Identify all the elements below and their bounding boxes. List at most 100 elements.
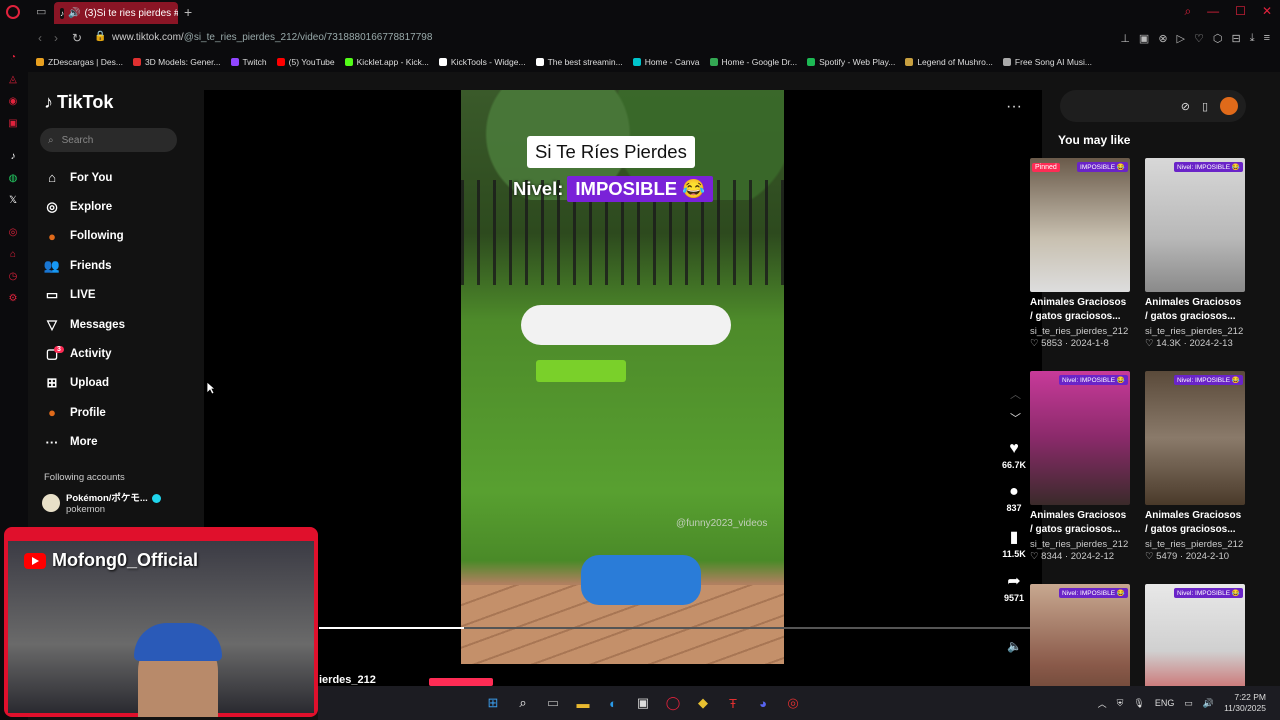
bookmark-item[interactable]: Free Song AI Musi... [1002,57,1092,67]
previous-video-icon[interactable]: ︿ [1010,386,1021,402]
video-username[interactable]: ierdes_212 [319,674,376,686]
search-input[interactable]: ⌕ Search [40,128,177,152]
volume-icon[interactable]: 🔈 [1007,639,1022,653]
windows-start-icon[interactable]: ⊞ [484,694,502,712]
share-button[interactable]: ➦ 9571 [994,571,1034,603]
back-button[interactable]: ‹ [38,31,42,45]
download-icon[interactable]: ⤓ [1250,32,1255,45]
upload-icon: ⊞ [46,375,58,391]
video-progress-bar[interactable] [319,627,1042,629]
coins-icon[interactable]: ⊘ [1181,100,1190,113]
url-field[interactable]: www.tiktok.com/@si_te_ries_pierdes_212/v… [112,32,432,43]
tiktok-logo[interactable]: ♪ TikTok [44,92,113,113]
defender-icon[interactable]: ⛨ [1117,698,1124,709]
microphone-icon[interactable]: 🎙 [1133,698,1144,709]
video-player[interactable]: Si Te Ríes Pierdes Nivel: IMPOSIBLE 😂 @f… [461,90,784,664]
menu-icon[interactable]: ≡ [1264,32,1270,45]
task-view-icon[interactable]: ▭ [544,694,562,712]
network-icon[interactable]: ▭ [1184,698,1193,709]
recommended-video[interactable]: Nivel: IMPOSIBLE 😂 Animales Graciosos / g… [1145,371,1245,562]
aria-icon[interactable]: ◬ [7,74,19,86]
lock-icon[interactable]: 🔒 [94,31,106,42]
wallet-icon[interactable]: ⊟ [1231,32,1240,45]
save-button[interactable]: ▮ 11.5K [994,527,1034,559]
discord-icon[interactable]: ◕ [754,694,772,712]
file-explorer-icon[interactable]: ▬ [574,694,592,712]
search-icon[interactable]: ⌕ [514,694,532,712]
player-sidebar-icon[interactable]: ◎ [7,227,19,239]
store-icon[interactable]: ▣ [634,694,652,712]
sidebar-item-profile[interactable]: ● Profile [44,398,194,427]
messenger-icon[interactable]: ◉ [7,96,19,108]
tab-switcher-icon[interactable]: ▭ [36,6,48,18]
speaker-icon[interactable]: 🔊 [68,8,80,19]
whatsapp-icon[interactable]: ◍ [7,173,19,185]
history-icon[interactable]: ◔ [7,52,19,64]
new-tab-button[interactable]: + [184,4,192,20]
recommended-video[interactable]: Pinned IMPOSIBLE 😂 Animales Graciosos / ga… [1030,158,1130,349]
active-tab[interactable]: ♪ 🔊 (3)Si te ries pierdes # [54,2,178,24]
bookmark-item[interactable]: KickTools - Widge... [438,57,526,67]
snapshot-icon[interactable]: ▣ [1139,32,1149,45]
opera-icon[interactable]: ◯ [664,694,682,712]
device-icon[interactable]: ▯ [1202,100,1208,113]
bookmark-icon: ▮ [1009,529,1019,546]
opera-logo-icon[interactable] [6,5,20,19]
shield-icon[interactable]: ⊗ [1158,32,1167,45]
bookmark-item[interactable]: Kicklet.app - Kick... [344,57,429,67]
bookmark-item[interactable]: Twitch [230,57,267,67]
bookmark-item[interactable]: 3D Models: Gener... [132,57,221,67]
mail-icon[interactable]: ▣ [7,118,19,130]
stack-icon[interactable]: ◆ [694,694,712,712]
maximize-button[interactable]: ☐ [1235,4,1246,19]
sidebar-item-explore[interactable]: ◎ Explore [44,192,194,221]
sidebar-item-activity[interactable]: ▢ 3 Activity [44,339,194,368]
reload-button[interactable]: ↻ [72,31,82,45]
bookmark-item[interactable]: Home - Google Dr... [709,57,797,67]
sidebar-item-more[interactable]: ··· More [44,428,194,457]
extensions-icon[interactable]: ⬡ [1213,32,1223,45]
like-button[interactable]: ♥ 66.7K [994,440,1034,470]
x-icon[interactable]: 𝕏 [7,195,19,207]
bookmark-item[interactable]: The best streamin... [535,57,623,67]
settings-icon[interactable]: ⚙ [7,293,19,305]
bookmark-item[interactable]: (5) YouTube [276,57,335,67]
bookmark-item[interactable]: Home - Canva [632,57,700,67]
minimize-button[interactable]: — [1207,4,1219,19]
player-icon[interactable]: ▷ [1177,32,1185,45]
language-indicator[interactable]: ENG [1155,698,1175,708]
follow-button[interactable] [429,678,493,686]
bookmark-item[interactable]: Spotify - Web Play... [807,57,895,67]
next-video-icon[interactable]: ﹀ [1010,410,1021,426]
comment-button[interactable]: ● 837 [994,483,1034,513]
sidebar-item-upload[interactable]: ⊞ Upload [44,369,194,398]
sidebar-item-friends[interactable]: 👥 Friends [44,251,194,280]
tray-chevron-icon[interactable]: ︿ [1098,697,1107,710]
pinboard-icon[interactable]: ⌂ [7,249,19,261]
opera-gx-icon[interactable]: ◎ [784,694,802,712]
recommended-video[interactable]: Nivel: IMPOSIBLE 😂 Animales Graciosos / g… [1145,158,1245,349]
sidebar-item-for-you[interactable]: ⌂ For You [44,163,194,192]
clock[interactable]: 7:22 PM 11/30/2025 [1224,692,1266,714]
following-account[interactable]: Pokémon/ポケモ... pokemon [42,490,161,515]
bookmark-favicon-icon [1002,58,1011,66]
bookmark-item[interactable]: ZDescargas | Des... [36,57,123,67]
heart-icon[interactable]: ♡ [1194,32,1204,45]
search-tabs-icon[interactable]: ⌕ [1184,4,1191,19]
tiktok-sidebar-icon[interactable]: ♪ [7,151,19,163]
close-button[interactable]: ✕ [1262,4,1272,19]
sidebar-item-messages[interactable]: ▽ Messages [44,310,194,339]
forward-button[interactable]: › [54,31,58,45]
video-level-caption: Nivel: IMPOSIBLE 😂 [513,176,714,202]
bookmark-item[interactable]: Legend of Mushro... [905,57,993,67]
sidebar-item-live[interactable]: ▭ LIVE [44,281,194,310]
clock-icon[interactable]: ◷ [7,271,19,283]
recommended-video[interactable]: Nivel: IMPOSIBLE 😂 Animales Graciosos / g… [1030,371,1130,562]
sidebar-item-following[interactable]: ● Following [44,222,194,251]
profile-avatar[interactable] [1220,97,1238,115]
edge-icon[interactable]: ◐ [604,694,622,712]
more-options-icon[interactable]: ··· [1006,98,1022,116]
tf-icon[interactable]: Ŧ [724,694,742,712]
pin-icon[interactable]: ⊥ [1120,32,1130,45]
volume-tray-icon[interactable]: 🔊 [1203,698,1214,709]
